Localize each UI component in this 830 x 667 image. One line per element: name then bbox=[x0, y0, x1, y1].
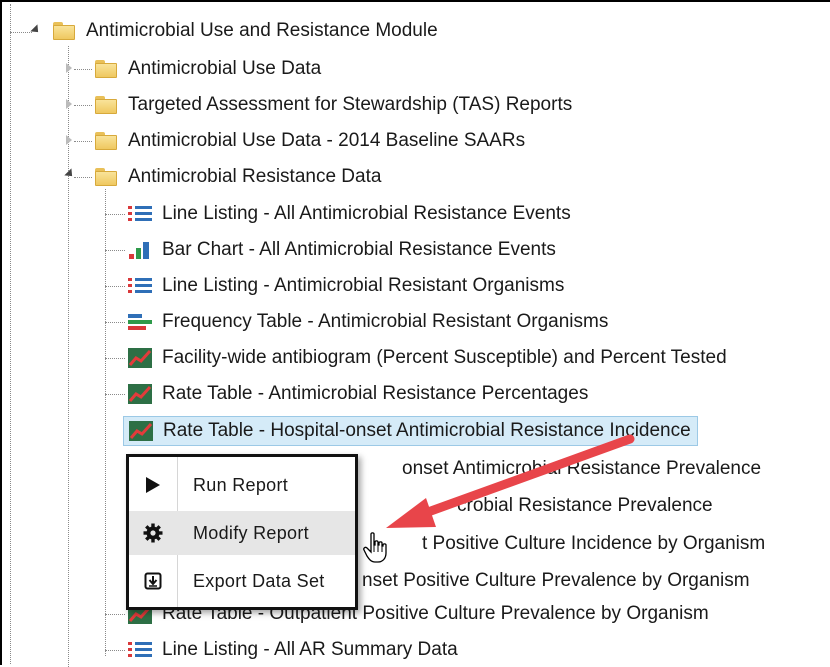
annotation-arrow bbox=[386, 434, 635, 528]
report-tree-panel: Antimicrobial Use and Resistance Module … bbox=[0, 0, 830, 667]
hand-cursor-icon bbox=[363, 532, 387, 563]
